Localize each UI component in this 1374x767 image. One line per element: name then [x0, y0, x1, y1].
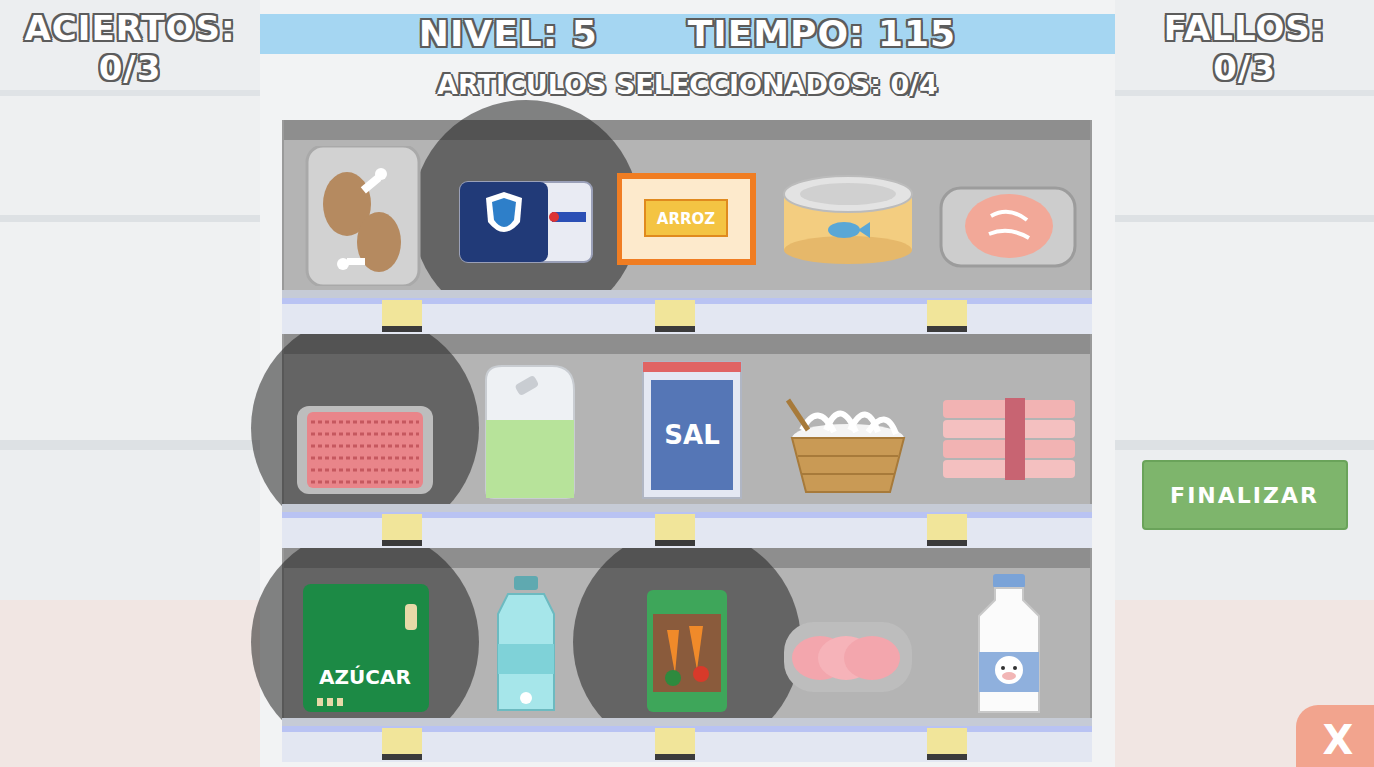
product-slot[interactable] — [929, 120, 1090, 290]
price-tag — [382, 728, 422, 760]
level-text: NIVEL: 5 — [419, 14, 598, 54]
shelf-board — [282, 504, 1092, 548]
misses-label: FALLOS: — [1164, 8, 1326, 48]
price-tag — [927, 514, 967, 546]
product-slot[interactable] — [606, 548, 767, 718]
shelf-row: AZÚCAR — [282, 548, 1092, 718]
finish-button[interactable]: FINALIZAR — [1142, 460, 1348, 530]
shelf: SAL — [282, 334, 1092, 548]
close-button[interactable]: X — [1296, 705, 1374, 767]
salmon-icon[interactable] — [939, 146, 1079, 286]
ground-meat-icon[interactable] — [295, 360, 435, 500]
price-tag — [927, 300, 967, 332]
shelf-row: SAL — [282, 334, 1092, 504]
bacon-icon[interactable] — [939, 360, 1079, 500]
card-icon[interactable] — [456, 146, 596, 286]
salt-icon[interactable]: SAL — [617, 360, 757, 500]
price-tag — [927, 728, 967, 760]
product-slot[interactable] — [445, 548, 606, 718]
milk-icon[interactable] — [939, 574, 1079, 714]
sugar-icon[interactable]: AZÚCAR — [295, 574, 435, 714]
bleach-icon[interactable] — [456, 360, 596, 500]
game-screen: ACIERTOS: 0/3 NIVEL: 5 TIEMPO: 115 ARTIC… — [0, 0, 1374, 767]
price-tag — [655, 728, 695, 760]
product-slot[interactable] — [768, 120, 929, 290]
shelf-row: ARROZ — [282, 120, 1092, 290]
product-slot[interactable]: ARROZ — [606, 120, 767, 290]
product-slot[interactable]: SAL — [606, 334, 767, 504]
price-tag — [655, 300, 695, 332]
misses-panel: FALLOS: 0/3 FINALIZAR — [1115, 0, 1374, 767]
shelf-unit: ARROZ SAL AZÚCAR — [260, 120, 1115, 762]
product-slot[interactable]: AZÚCAR — [284, 548, 445, 718]
canned-vegetables-icon[interactable] — [617, 574, 757, 714]
time-text: TIEMPO: 115 — [688, 14, 956, 54]
ham-icon[interactable] — [778, 574, 918, 714]
hits-count: 0/3 — [99, 48, 162, 88]
product-slot[interactable] — [929, 548, 1090, 718]
rice-icon[interactable]: ARROZ — [617, 146, 757, 286]
shelf: AZÚCAR — [282, 548, 1092, 762]
sprouts-icon[interactable] — [778, 360, 918, 500]
sugar-label: AZÚCAR — [319, 665, 411, 689]
product-slot[interactable] — [768, 334, 929, 504]
rice-label: ARROZ — [657, 210, 715, 228]
game-board: NIVEL: 5 TIEMPO: 115 ARTICULOS SELECCION… — [260, 0, 1115, 767]
salt-label: SAL — [664, 420, 719, 450]
misses-count: 0/3 — [1213, 48, 1276, 88]
chicken-icon[interactable] — [295, 146, 435, 286]
price-tag — [655, 514, 695, 546]
shelf: ARROZ — [282, 120, 1092, 334]
product-slot[interactable] — [929, 334, 1090, 504]
price-tag — [382, 514, 422, 546]
status-bar: NIVEL: 5 TIEMPO: 115 — [260, 14, 1115, 54]
product-slot[interactable] — [768, 548, 929, 718]
shelf-board — [282, 718, 1092, 762]
price-tag — [382, 300, 422, 332]
hits-panel: ACIERTOS: 0/3 — [0, 0, 260, 767]
product-slot[interactable] — [284, 334, 445, 504]
product-slot[interactable] — [284, 120, 445, 290]
product-slot[interactable] — [445, 334, 606, 504]
hits-label: ACIERTOS: — [25, 8, 236, 48]
product-slot[interactable] — [445, 120, 606, 290]
water-icon[interactable] — [456, 574, 596, 714]
shelf-board — [282, 290, 1092, 334]
selected-count: ARTICULOS SELECCIONADOS: 0/4 — [260, 68, 1115, 102]
tuna-icon[interactable] — [778, 146, 918, 286]
